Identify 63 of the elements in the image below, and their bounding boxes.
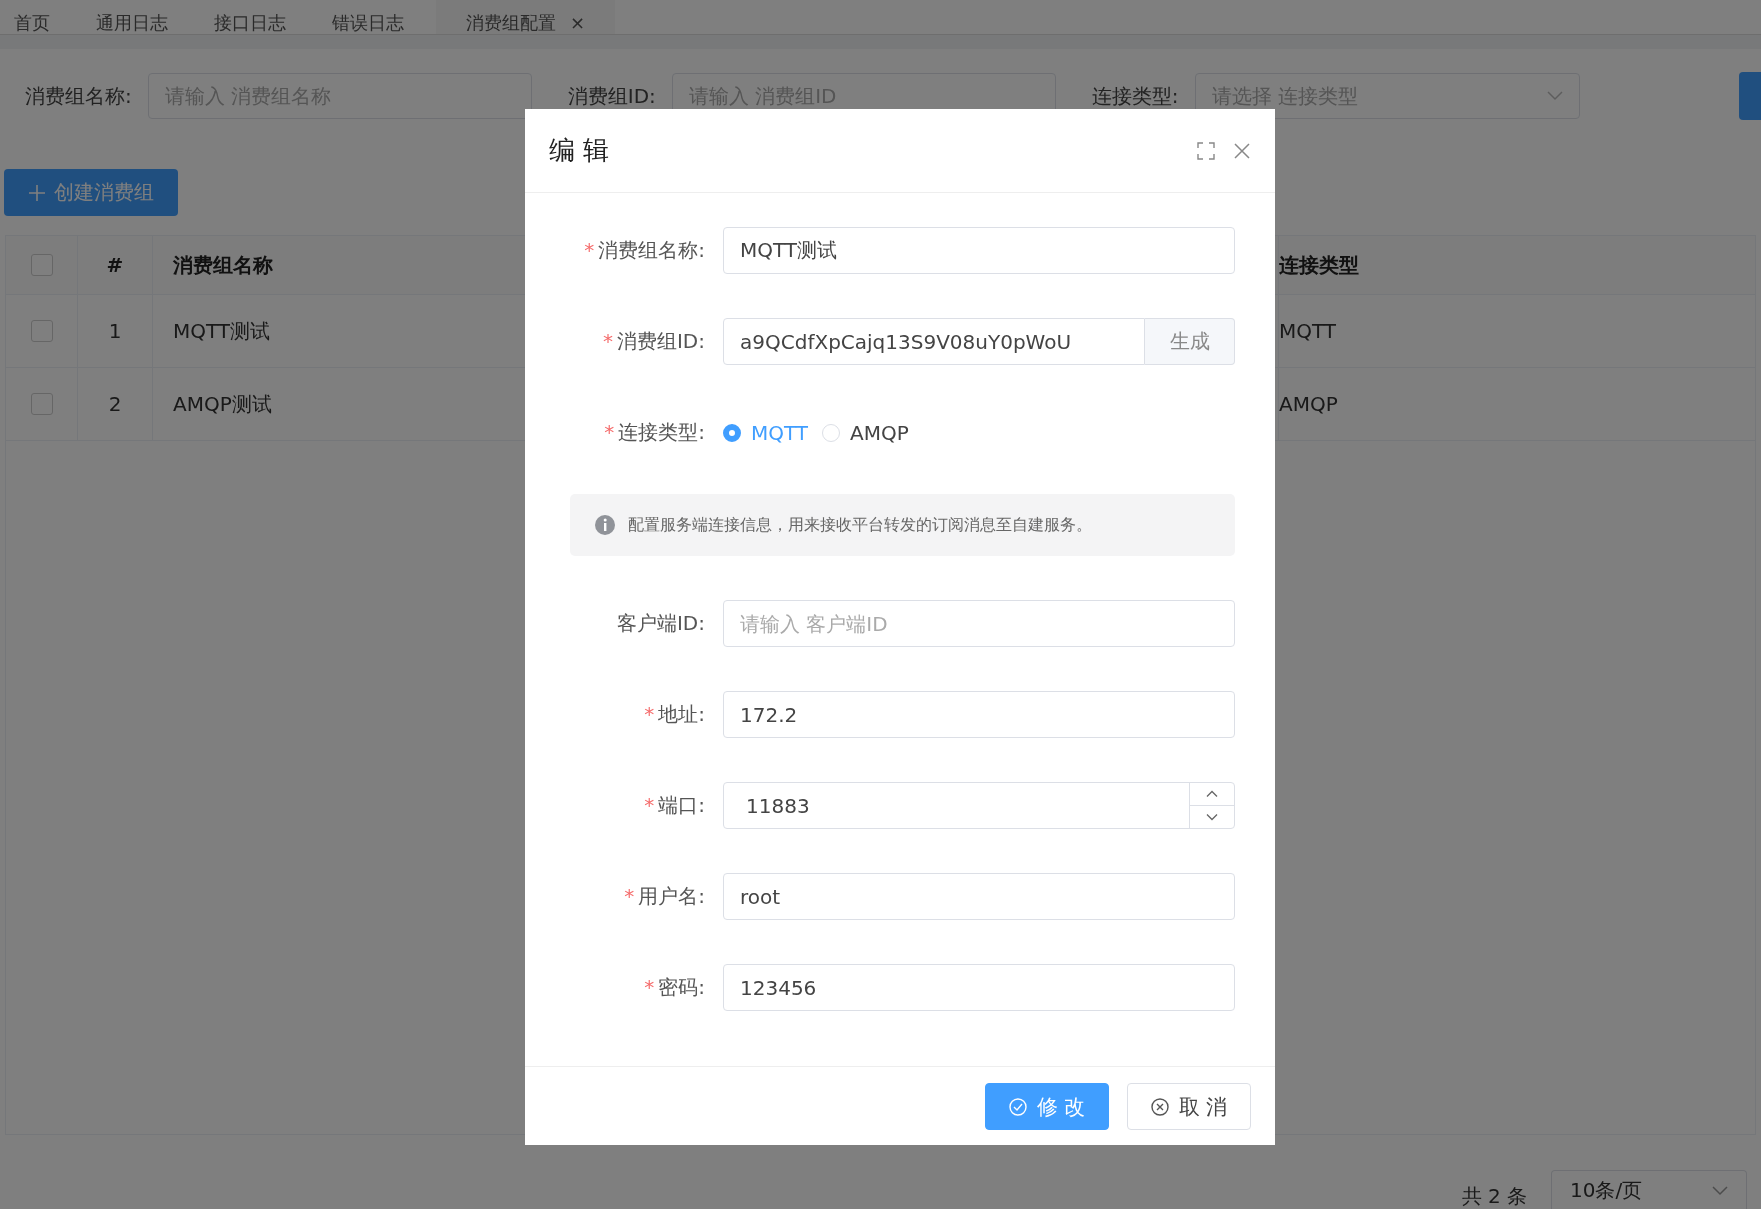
close-icon[interactable]: [1233, 141, 1251, 160]
field-label: 端口:: [658, 793, 705, 817]
page-tab[interactable]: 消费组配置 ×: [436, 0, 616, 34]
total-count: 共 2 条: [1461, 1183, 1527, 1209]
field-label: 用户名:: [638, 884, 705, 908]
number-field[interactable]: 11883: [723, 782, 1235, 829]
input-field[interactable]: root: [723, 873, 1235, 920]
column-header: 连接类型: [1279, 251, 1359, 279]
input-field[interactable]: 172.2: [723, 691, 1235, 738]
save-button[interactable]: 修 改: [985, 1083, 1109, 1130]
page-tab[interactable]: 通用日志: [82, 0, 200, 34]
fullscreen-icon[interactable]: [1197, 141, 1215, 160]
filter-label: 连接类型:: [1091, 82, 1179, 110]
select-all-checkbox[interactable]: [30, 254, 53, 276]
table-cell: MQTT: [1279, 319, 1337, 343]
page-tab[interactable]: 错误日志: [318, 0, 436, 34]
dialog-title: 编 辑: [549, 134, 610, 167]
table-cell: MQTT测试: [173, 317, 271, 345]
column-header: 消费组名称: [173, 251, 273, 279]
close-icon[interactable]: ×: [570, 14, 586, 32]
plus-icon: [28, 183, 46, 202]
required-mark: *: [644, 975, 655, 999]
field-label: 密码:: [658, 975, 705, 999]
table-cell: AMQP测试: [173, 390, 272, 418]
page-tab[interactable]: 首页: [0, 0, 82, 34]
page-size-select[interactable]: 10条/页: [1551, 1170, 1747, 1209]
info-icon: [594, 514, 616, 536]
table-cell: AMQP: [1279, 392, 1338, 416]
field-label: 客户端ID:: [616, 611, 705, 635]
radio-label[interactable]: AMQP: [850, 420, 909, 445]
chevron-down-icon: [1712, 1185, 1728, 1196]
filter-label: 消费组ID:: [567, 82, 656, 110]
cancel-button[interactable]: 取 消: [1127, 1083, 1251, 1130]
field-label: 消费组ID:: [616, 329, 705, 353]
row-checkbox[interactable]: [30, 320, 53, 342]
input-field[interactable]: 请输入 客户端ID: [723, 600, 1235, 647]
field-label: 地址:: [658, 702, 705, 726]
table-cell: 1: [108, 319, 122, 343]
page-tab[interactable]: 接口日志: [200, 0, 318, 34]
column-header: #: [106, 253, 124, 277]
input-field[interactable]: a9QCdfXpCajq13S9V08uY0pWoU: [723, 318, 1145, 365]
alert-text: 配置服务端连接信息，用来接收平台转发的订阅消息至自建服务。: [628, 514, 1092, 536]
input-field[interactable]: 123456: [723, 964, 1235, 1011]
required-mark: *: [602, 329, 613, 353]
field-label: 连接类型:: [618, 420, 705, 444]
search-button[interactable]: [1739, 72, 1761, 120]
required-mark: *: [604, 420, 615, 444]
check-circle-icon: [1008, 1097, 1027, 1116]
required-mark: *: [584, 238, 595, 262]
required-mark: *: [644, 793, 655, 817]
required-mark: *: [644, 702, 655, 726]
row-checkbox[interactable]: [30, 393, 53, 415]
chevron-down-icon: [1546, 91, 1563, 101]
radio-button[interactable]: [723, 423, 741, 442]
input-field[interactable]: MQTT测试: [723, 227, 1235, 274]
table-cell: 2: [108, 392, 122, 416]
field-label: 消费组名称:: [598, 238, 705, 262]
close-circle-icon: [1150, 1097, 1169, 1116]
filter-label: 消费组名称:: [25, 82, 132, 110]
radio-label[interactable]: MQTT: [751, 420, 809, 445]
required-mark: *: [624, 884, 635, 908]
generate-button[interactable]: 生成: [1145, 318, 1235, 365]
create-button[interactable]: 创建消费组: [4, 169, 178, 216]
